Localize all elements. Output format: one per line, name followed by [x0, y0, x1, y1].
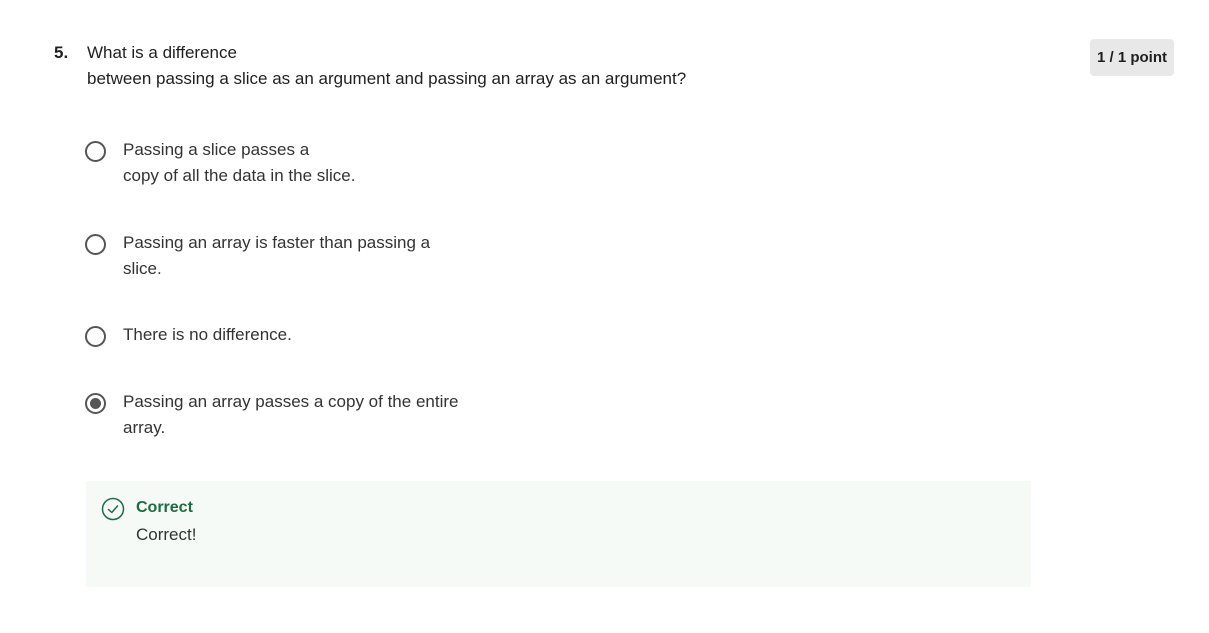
option-1-label-line-1: Passing a slice passes a: [123, 140, 310, 159]
question-number: 5.: [54, 43, 69, 62]
option-4-label-line-2: array.: [123, 418, 166, 437]
question-text-line-1: What is a difference: [87, 43, 237, 62]
option-4-label-line-1: Passing an array passes a copy of the en…: [123, 392, 459, 411]
option-4[interactable]: Passing an array passes a copy of the en…: [85, 391, 685, 443]
feedback-message: Correct!: [136, 525, 197, 544]
option-4-label: Passing an array passes a copy of the en…: [123, 389, 458, 441]
option-2-label-line-2: slice.: [123, 259, 162, 278]
option-3[interactable]: There is no difference.: [85, 324, 685, 350]
option-1-label-line-2: copy of all the data in the slice.: [123, 166, 356, 185]
option-2-label-line-1: Passing an array is faster than passing …: [123, 233, 431, 252]
option-3-radio[interactable]: [85, 326, 106, 347]
question-text-line-2: between passing a slice as an argument a…: [87, 69, 687, 88]
option-2-label: Passing an array is faster than passing …: [123, 230, 430, 282]
option-1[interactable]: Passing a slice passes a copy of all the…: [85, 139, 685, 191]
check-circle-icon: [101, 497, 125, 521]
option-2-radio[interactable]: [85, 234, 106, 255]
question-text: What is a difference between passing a s…: [87, 40, 987, 92]
points-badge: 1 / 1 point: [1090, 39, 1174, 76]
option-2[interactable]: Passing an array is faster than passing …: [85, 232, 685, 284]
option-3-label: There is no difference.: [123, 322, 292, 348]
option-1-radio[interactable]: [85, 141, 106, 162]
option-1-label: Passing a slice passes a copy of all the…: [123, 137, 355, 189]
feedback-title: Correct: [136, 499, 193, 516]
option-3-label-line-1: There is no difference.: [123, 325, 292, 344]
feedback-panel: Correct Correct!: [86, 481, 1031, 587]
option-4-radio[interactable]: [85, 393, 106, 414]
